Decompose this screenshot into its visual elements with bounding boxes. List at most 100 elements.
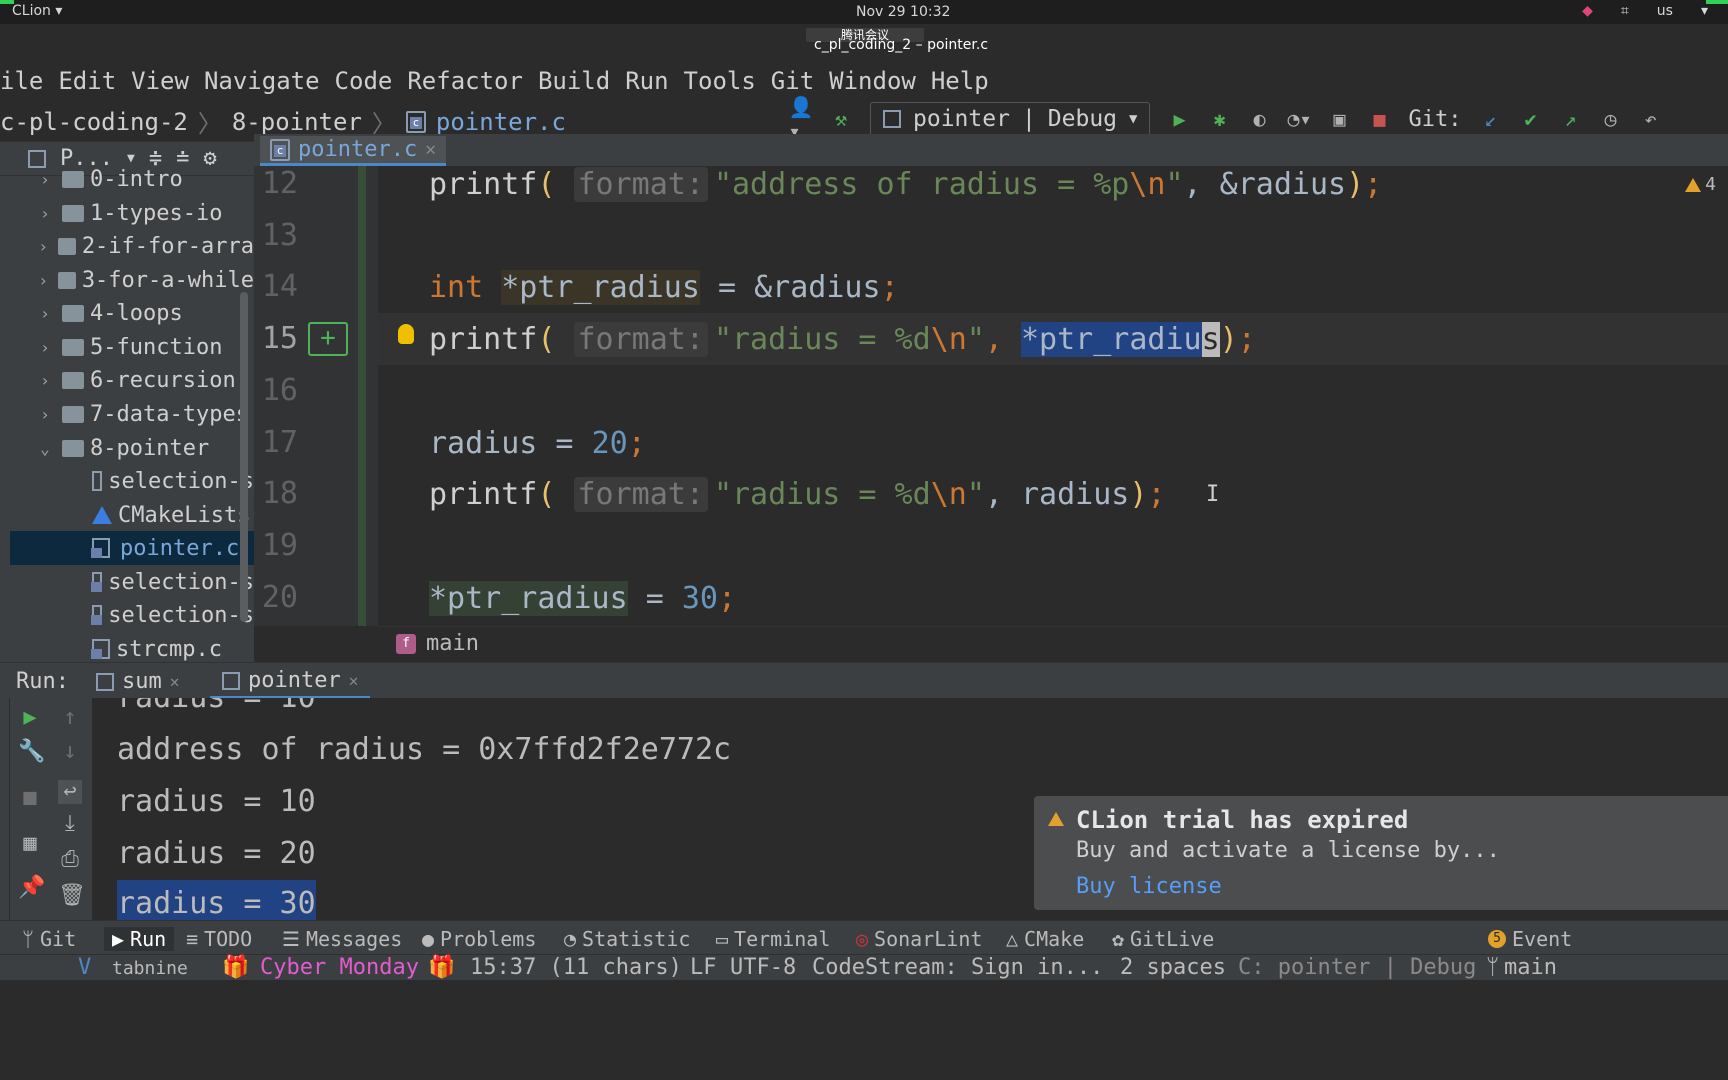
rollback-icon[interactable]: ↶ xyxy=(1639,107,1661,131)
keyboard-layout[interactable]: us xyxy=(1657,3,1673,19)
menu-tools[interactable]: Tools xyxy=(684,67,756,95)
close-icon[interactable]: ✕ xyxy=(425,139,436,160)
git-commit-icon[interactable]: ✔ xyxy=(1519,107,1541,131)
os-clock[interactable]: Nov 29 10:32 xyxy=(856,4,950,20)
menu-navigate[interactable]: Navigate xyxy=(204,67,320,95)
tree-file[interactable]: selection-s xyxy=(0,464,254,498)
tool-tab-event-log[interactable]: 5 Event xyxy=(1488,927,1572,951)
breadcrumb-folder[interactable]: 8-pointer xyxy=(232,108,362,136)
tree-folder[interactable]: › 3-for-a-while xyxy=(0,263,254,297)
slack-icon[interactable]: ⌗ xyxy=(1621,3,1629,19)
run-configuration-select[interactable]: pointer | Debug ▼ xyxy=(870,102,1151,136)
tool-tab-statistic[interactable]: ◔ Statistic xyxy=(564,927,690,951)
menu-file[interactable]: ile xyxy=(0,67,43,95)
coverage-icon[interactable]: ◐ xyxy=(1248,107,1270,131)
add-comment-icon[interactable]: + xyxy=(308,322,348,356)
chevron-right-icon[interactable]: › xyxy=(36,304,54,323)
pin-icon[interactable]: 📌 xyxy=(18,876,45,900)
chevron-right-icon[interactable]: › xyxy=(36,338,54,357)
os-app-menu[interactable]: CLion ▾ xyxy=(12,3,62,19)
chevron-right-icon[interactable]: › xyxy=(36,405,54,424)
git-push-icon[interactable]: ↗ xyxy=(1559,107,1581,131)
chevron-right-icon[interactable]: › xyxy=(36,271,50,290)
code-editor[interactable]: printf( format: "address of radius = %p\n… xyxy=(378,166,1728,626)
run-tab-pointer[interactable]: pointer ✕ xyxy=(210,665,371,699)
promo-label[interactable]: Cyber Monday xyxy=(260,955,419,980)
chevron-right-icon[interactable]: › xyxy=(36,371,54,390)
profile-icon[interactable]: ◔▾ xyxy=(1287,107,1311,131)
tool-tab-todo[interactable]: ≡ TODO xyxy=(186,927,252,951)
stop-icon[interactable]: ■ xyxy=(18,786,42,810)
arrow-down-icon[interactable]: ↓ xyxy=(58,740,82,764)
menu-refactor[interactable]: Refactor xyxy=(407,67,523,95)
menu-help[interactable]: Help xyxy=(931,67,989,95)
tabnine-status[interactable]: tabnine xyxy=(112,958,188,979)
inspection-warnings[interactable]: 4 xyxy=(1685,174,1716,195)
menu-run[interactable]: Run xyxy=(625,67,668,95)
tree-file[interactable]: selection-s xyxy=(0,565,254,599)
tree-file-selected[interactable]: pointer.c xyxy=(10,531,254,565)
breadcrumb-project[interactable]: c-pl-coding-2 xyxy=(0,108,188,136)
user-menu-icon[interactable]: 👤▾ xyxy=(789,95,814,143)
vcs-change-marker[interactable] xyxy=(358,166,366,626)
tree-folder[interactable]: › 5-function xyxy=(0,330,254,364)
run-icon[interactable]: ▶ xyxy=(1168,107,1190,131)
resolve-context[interactable]: C: pointer | Debug xyxy=(1238,955,1476,980)
network-icon[interactable]: ▾ xyxy=(1701,3,1708,19)
tool-tab-cmake[interactable]: △ CMake xyxy=(1006,927,1084,951)
tool-tab-run[interactable]: ▶ Run xyxy=(104,927,175,951)
project-scrollbar[interactable] xyxy=(240,292,248,622)
indent-setting[interactable]: 2 spaces xyxy=(1120,955,1226,980)
vcs-check-icon[interactable]: V xyxy=(78,955,91,980)
close-icon[interactable]: ✕ xyxy=(349,671,359,690)
file-encoding[interactable]: UTF-8 xyxy=(730,955,796,980)
menu-git[interactable]: Git xyxy=(771,67,814,95)
lightbulb-icon[interactable] xyxy=(398,324,414,344)
tool-tab-terminal[interactable]: ▭ Terminal xyxy=(716,927,830,951)
history-clock-icon[interactable]: ◷ xyxy=(1599,107,1621,131)
menu-code[interactable]: Code xyxy=(335,67,393,95)
chevron-right-icon[interactable]: › xyxy=(36,237,50,256)
chevron-right-icon[interactable]: › xyxy=(36,170,54,189)
tree-folder[interactable]: › 2-if-for-arra xyxy=(0,229,254,263)
arrow-up-icon[interactable]: ↑ xyxy=(58,706,82,730)
codestream-status[interactable]: CodeStream: Sign in... xyxy=(812,955,1103,980)
caret-position[interactable]: 15:37 (11 chars) xyxy=(470,955,682,980)
breadcrumb-function[interactable]: main xyxy=(426,631,479,656)
tool-tab-messages[interactable]: ☰ Messages xyxy=(282,927,402,951)
scroll-to-end-icon[interactable]: ⤓ xyxy=(58,812,82,836)
app-tray-icon[interactable]: ◆ xyxy=(1582,3,1593,19)
tree-folder[interactable]: › 6-recursion xyxy=(0,363,254,397)
tree-file[interactable]: CMakeLists. xyxy=(0,498,254,532)
rerun-icon[interactable]: ▶ xyxy=(18,706,42,730)
build-hammer-icon[interactable]: ⚒ xyxy=(830,107,852,131)
chevron-down-icon[interactable]: ⌄ xyxy=(36,439,54,458)
print-icon[interactable]: ⎙ xyxy=(58,848,82,872)
trash-icon[interactable]: 🗑 xyxy=(58,884,86,908)
menu-edit[interactable]: Edit xyxy=(58,67,116,95)
tree-file[interactable]: selection-s xyxy=(0,598,254,632)
line-separator[interactable]: LF xyxy=(690,955,717,980)
layout-icon[interactable]: ▦ xyxy=(18,832,42,856)
git-branch[interactable]: main xyxy=(1504,955,1557,980)
menu-window[interactable]: Window xyxy=(829,67,916,95)
debug-bug-icon[interactable]: ✱ xyxy=(1208,107,1230,131)
tree-folder-expanded[interactable]: ⌄ 8-pointer xyxy=(0,431,254,465)
stop-icon[interactable]: ■ xyxy=(1368,107,1390,131)
tree-folder[interactable]: › 1-types-io xyxy=(0,196,254,230)
tool-tab-sonarlint[interactable]: ◎ SonarLint xyxy=(856,927,982,951)
tree-folder[interactable]: › 4-loops xyxy=(0,296,254,330)
tool-tab-git[interactable]: ᛘ Git xyxy=(22,927,76,951)
chevron-right-icon[interactable]: › xyxy=(36,204,54,223)
buy-license-link[interactable]: Buy license xyxy=(1076,874,1222,899)
menu-view[interactable]: View xyxy=(131,67,189,95)
wrench-icon[interactable]: 🔧 xyxy=(18,740,45,764)
attach-icon[interactable]: ▣ xyxy=(1328,107,1350,131)
menu-build[interactable]: Build xyxy=(538,67,610,95)
tree-folder[interactable]: › 7-data-types xyxy=(0,397,254,431)
tree-folder[interactable]: › 0-intro xyxy=(0,162,254,196)
tool-tab-problems[interactable]: ● Problems xyxy=(422,927,536,951)
tool-tab-gitlive[interactable]: ✿ GitLive xyxy=(1112,927,1214,951)
breadcrumb-file[interactable]: pointer.c xyxy=(436,108,566,136)
close-icon[interactable]: ✕ xyxy=(170,672,180,691)
